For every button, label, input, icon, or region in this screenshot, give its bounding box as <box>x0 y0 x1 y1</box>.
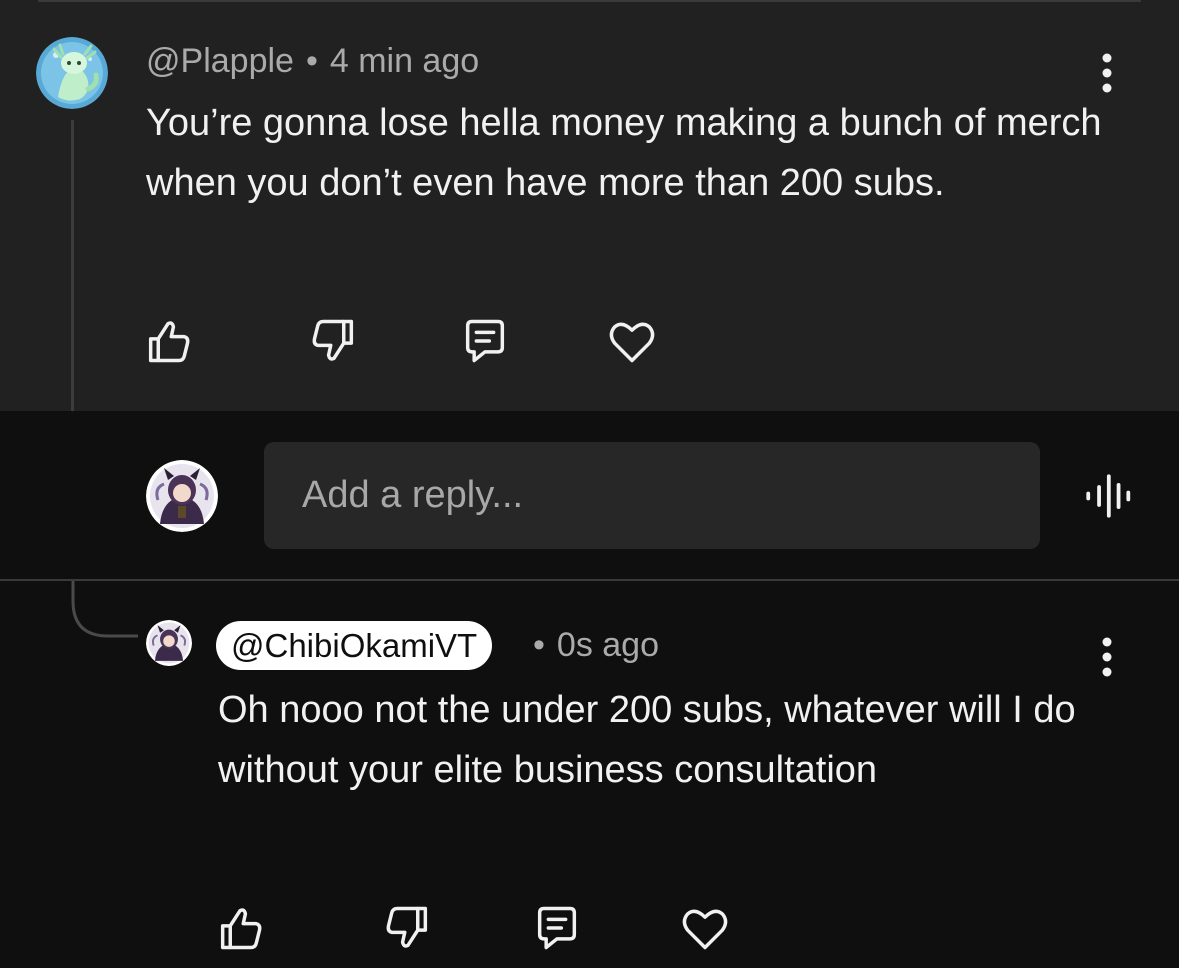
voice-search-button[interactable] <box>1080 468 1136 524</box>
section-divider <box>0 579 1179 581</box>
reply-timestamp: 0s ago <box>556 626 659 664</box>
comment-text: You’re gonna lose hella money making a b… <box>146 102 1102 204</box>
reply-heart-button[interactable] <box>677 900 733 956</box>
reply-text: Oh nooo not the under 200 subs, whatever… <box>218 689 1076 791</box>
user-avatar[interactable] <box>146 460 218 532</box>
thumbs-down-icon <box>386 906 428 948</box>
voice-search-icon <box>1086 474 1131 518</box>
reply-connector <box>71 581 138 638</box>
reply-more-options-button[interactable] <box>1092 632 1122 682</box>
heart-icon <box>682 909 728 950</box>
meta-separator: • <box>533 626 545 664</box>
comment-timestamp: 4 min ago <box>329 42 480 80</box>
reply-icon <box>537 906 577 950</box>
reply-like-button[interactable] <box>212 900 268 956</box>
thumbs-down-icon <box>312 319 354 361</box>
reply-dislike-button[interactable] <box>380 900 436 956</box>
reply-input[interactable] <box>264 442 1040 549</box>
top-divider <box>38 0 1141 2</box>
reply-author-avatar[interactable] <box>146 620 192 666</box>
more-vert-icon <box>1102 53 1112 93</box>
commenter-avatar[interactable] <box>36 37 108 109</box>
more-vert-icon <box>1102 637 1112 677</box>
reply-author-pill[interactable]: @ChibiOkamiVT <box>216 621 493 670</box>
dislike-button[interactable] <box>306 313 362 369</box>
heart-icon <box>609 322 655 363</box>
heart-button[interactable] <box>604 313 660 369</box>
like-button[interactable] <box>140 313 196 369</box>
reply-meta: • 0s ago <box>533 626 659 665</box>
reply-reply-button[interactable] <box>529 900 585 956</box>
thread-line <box>71 120 74 411</box>
more-options-button[interactable] <box>1092 48 1122 98</box>
reply-button[interactable] <box>457 313 513 369</box>
comment-author[interactable]: @Plapple <box>146 42 294 80</box>
comment-card: @Plapple • 4 min ago You’re gonna lose hel… <box>0 0 1179 411</box>
thumbs-up-icon <box>220 908 262 950</box>
comment-meta: @Plapple • 4 min ago <box>146 42 479 81</box>
reply-icon <box>465 319 505 363</box>
meta-separator: • <box>305 42 318 80</box>
thumbs-up-icon <box>148 321 190 363</box>
